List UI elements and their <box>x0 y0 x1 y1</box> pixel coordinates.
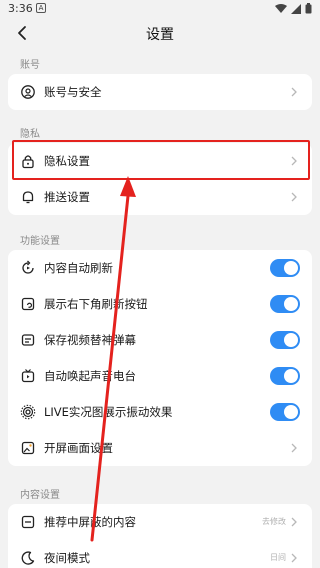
auto-radio-toggle[interactable] <box>270 367 300 385</box>
card-function: 内容自动刷新 展示右下角刷新按钮 保存视频替神弹幕 自动唤起声音电台 LIVE实… <box>8 250 312 466</box>
auto-refresh-toggle[interactable] <box>270 259 300 277</box>
moon-icon <box>21 551 35 565</box>
row-refresh-button[interactable]: 展示右下角刷新按钮 <box>8 286 312 322</box>
card-content: 推荐中屏蔽的内容 去修改 夜间模式 日间 <box>8 504 312 568</box>
annotation-highlight-box <box>12 140 310 180</box>
row-label: 推荐中屏蔽的内容 <box>44 515 136 529</box>
live-vibration-toggle[interactable] <box>270 403 300 421</box>
row-auto-refresh[interactable]: 内容自动刷新 <box>8 250 312 286</box>
live-icon <box>20 404 36 420</box>
row-label: 自动唤起声音电台 <box>44 369 136 383</box>
row-auto-radio[interactable]: 自动唤起声音电台 <box>8 358 312 394</box>
splash-icon <box>21 441 35 455</box>
status-bar: 3:36 A <box>0 0 320 18</box>
row-label: 推送设置 <box>44 190 90 204</box>
chevron-right-icon <box>291 553 297 563</box>
row-account-security[interactable]: 账号与安全 <box>8 74 312 110</box>
nav-bar: 设置 <box>0 18 320 48</box>
row-label: 夜间模式 <box>44 551 90 565</box>
page-title: 设置 <box>146 27 174 43</box>
row-value: 日间 <box>270 553 286 562</box>
row-value: 去修改 <box>262 517 286 526</box>
refresh-icon <box>22 260 34 274</box>
notification-icon: A <box>36 3 46 13</box>
row-label: 保存视频替神弹幕 <box>44 333 136 347</box>
block-icon <box>21 515 35 529</box>
battery-icon <box>305 3 312 14</box>
chevron-right-icon <box>291 192 297 202</box>
chevron-right-icon <box>291 87 297 97</box>
row-save-danmaku[interactable]: 保存视频替神弹幕 <box>8 322 312 358</box>
card-account: 账号与安全 <box>8 74 312 110</box>
row-label: 开屏画面设置 <box>44 441 113 455</box>
row-night-mode[interactable]: 夜间模式 日间 <box>8 540 312 568</box>
chevron-right-icon <box>291 443 297 453</box>
row-label: LIVE实况图展示振动效果 <box>44 405 173 419</box>
refresh-button-toggle[interactable] <box>270 295 300 313</box>
save-danmaku-toggle[interactable] <box>270 331 300 349</box>
wifi-icon <box>275 3 287 13</box>
row-label: 展示右下角刷新按钮 <box>44 297 148 311</box>
status-time: 3:36 <box>8 2 33 15</box>
status-icons <box>275 3 312 14</box>
row-label: 账号与安全 <box>44 85 102 99</box>
refresh-button-icon <box>21 297 35 311</box>
section-label-content: 内容设置 <box>20 490 60 501</box>
chevron-right-icon <box>291 517 297 527</box>
section-label-privacy: 隐私 <box>20 129 40 140</box>
row-live-vibration[interactable]: LIVE实况图展示振动效果 <box>8 394 312 430</box>
row-label: 内容自动刷新 <box>44 261 113 275</box>
bell-icon <box>22 191 34 204</box>
section-label-account: 账号 <box>20 60 40 71</box>
row-splash-settings[interactable]: 开屏画面设置 <box>8 430 312 466</box>
signal-icon <box>291 3 301 14</box>
save-video-icon <box>21 334 35 346</box>
row-push-settings[interactable]: 推送设置 <box>8 179 312 215</box>
row-blocked-content[interactable]: 推荐中屏蔽的内容 去修改 <box>8 504 312 540</box>
radio-icon <box>21 369 35 383</box>
account-icon <box>21 85 35 99</box>
section-label-function: 功能设置 <box>20 236 60 247</box>
